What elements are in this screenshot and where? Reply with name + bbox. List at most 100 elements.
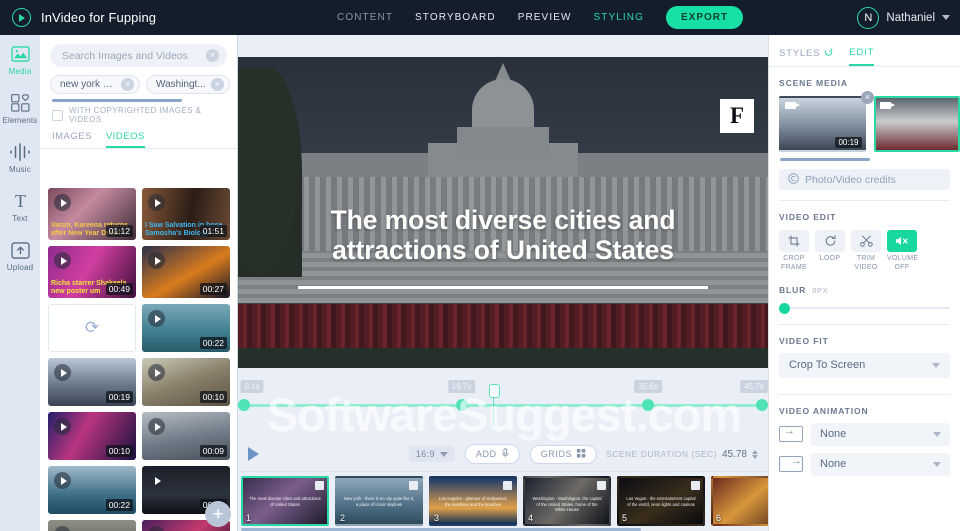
duplicate-scene-icon[interactable] — [409, 481, 418, 490]
scene-thumbnail[interactable]: New york - there is no city quite like i… — [335, 476, 423, 526]
media-result-thumbnail[interactable]: 00:22 — [48, 466, 136, 514]
sidebar-item-elements[interactable]: Elements — [0, 92, 40, 125]
chip-washington[interactable]: Washingt... × — [146, 75, 230, 94]
media-result-thumbnail[interactable]: 00:27 — [142, 246, 230, 298]
volume-off-button[interactable]: VOLUME OFF — [887, 230, 918, 273]
sidebar-item-text[interactable]: T Text — [0, 190, 40, 223]
timeline-keyframe-label: 35.6s — [634, 380, 662, 393]
tab-edit[interactable]: EDIT — [849, 47, 875, 66]
media-result-thumbnail[interactable]: Richa starrer Shakeela new poster um 00:4… — [48, 246, 136, 298]
play-icon[interactable] — [54, 364, 71, 381]
play-icon[interactable] — [148, 310, 165, 327]
thumbnail-duration: 00:22 — [199, 337, 227, 349]
user-menu[interactable]: N Nathaniel — [857, 0, 950, 35]
nav-item-content[interactable]: CONTENT — [337, 12, 393, 23]
scene-media-scrollbar[interactable] — [780, 158, 870, 161]
export-button[interactable]: EXPORT — [666, 6, 744, 29]
loop-button[interactable]: LOOP — [815, 230, 845, 273]
play-icon[interactable] — [148, 252, 165, 269]
animation-out-value: None — [820, 458, 847, 470]
media-result-thumbnail[interactable]: I Saw Salvation in bose Samosha's Biolog… — [142, 188, 230, 240]
scene-thumbnail[interactable]: Washington - Washington, the capital of … — [523, 476, 611, 526]
timeline-playhead[interactable] — [489, 384, 498, 427]
nav-item-storyboard[interactable]: STORYBOARD — [415, 12, 496, 23]
media-panel: × new york city × Washingt... × WITH COP… — [40, 35, 238, 531]
media-result-thumbnail[interactable]: 00:10 — [48, 412, 136, 460]
video-badge-icon — [785, 102, 800, 109]
scene-timeline[interactable]: 0.1s 19.7s 35.6s 45.7s — [238, 375, 768, 433]
refresh-icon[interactable]: ⟳ — [48, 304, 136, 352]
media-result-thumbnail[interactable]: 00:19 — [48, 358, 136, 406]
timeline-keyframe[interactable] — [756, 399, 768, 411]
video-fit-select[interactable]: Crop To Screen — [779, 352, 950, 378]
duplicate-scene-icon[interactable] — [691, 481, 700, 490]
canvas-headline[interactable]: The most diverse cities and attractions … — [238, 205, 768, 266]
close-circle-icon[interactable]: × — [861, 91, 874, 104]
scene-media-duration: 00:19 — [835, 137, 862, 148]
tab-styles[interactable]: STYLES — [779, 47, 833, 66]
media-result-thumbnail[interactable]: 00:22 — [142, 304, 230, 352]
spinner-arrows-icon[interactable] — [752, 449, 758, 459]
blur-slider[interactable] — [779, 302, 950, 314]
play-icon[interactable] — [148, 526, 165, 531]
timeline-keyframe[interactable] — [455, 399, 468, 411]
sidebar-item-music[interactable]: Music — [0, 141, 40, 174]
add-voiceover-button[interactable]: ADD — [464, 444, 520, 464]
media-result-thumbnail[interactable]: 00:10 — [142, 358, 230, 406]
scene-thumbnail[interactable]: The most diverse cities and attractions … — [241, 476, 329, 526]
tab-videos[interactable]: VIDEOS — [105, 131, 145, 148]
search-input[interactable] — [62, 49, 206, 62]
timeline-keyframe[interactable] — [238, 399, 250, 411]
play-icon[interactable] — [54, 526, 71, 531]
video-fit-title: VIDEO FIT — [779, 335, 829, 346]
grids-button[interactable]: GRIDS — [529, 444, 598, 464]
scene-duration-control[interactable]: SCENE DURATION (SEC) 45.78 — [606, 449, 758, 460]
play-icon[interactable] — [54, 472, 71, 489]
media-result-thumbnail[interactable]: 00:09 — [142, 412, 230, 460]
crop-frame-button[interactable]: CROP FRAME — [779, 230, 809, 273]
video-canvas[interactable]: F The most diverse cities and attraction… — [238, 57, 768, 368]
play-icon[interactable] — [148, 418, 165, 435]
scene-duration-value[interactable]: 45.78 — [722, 449, 747, 460]
sidebar-item-upload[interactable]: Upload — [0, 239, 40, 272]
duplicate-scene-icon[interactable] — [597, 481, 606, 490]
play-icon[interactable] — [54, 418, 71, 435]
animation-out-select[interactable]: None — [811, 452, 950, 476]
animation-in-select[interactable]: None — [811, 422, 950, 446]
timeline-track[interactable] — [244, 404, 762, 407]
play-icon[interactable] — [148, 472, 165, 489]
play-icon[interactable] — [54, 252, 71, 269]
play-icon[interactable] — [148, 194, 165, 211]
play-icon[interactable] — [148, 364, 165, 381]
close-circle-icon[interactable]: × — [121, 78, 134, 91]
play-icon[interactable] — [248, 447, 259, 461]
media-result-thumbnail[interactable] — [48, 520, 136, 531]
nav-item-preview[interactable]: PREVIEW — [518, 12, 572, 23]
sidebar-item-media[interactable]: Media — [0, 43, 40, 76]
duplicate-scene-icon[interactable] — [315, 481, 324, 490]
close-circle-icon[interactable]: × — [206, 49, 219, 62]
play-icon[interactable] — [54, 194, 71, 211]
plus-icon[interactable]: + — [205, 501, 231, 527]
svg-text:T: T — [15, 192, 26, 210]
scene-thumbnail[interactable]: Los Angeles - glamour of Hollywood, the … — [429, 476, 517, 526]
close-circle-icon[interactable]: × — [210, 78, 224, 91]
avatar: N — [857, 6, 880, 29]
copyright-toggle[interactable]: WITH COPYRIGHTED IMAGES & VIDEOS — [40, 102, 237, 124]
trim-video-button[interactable]: TRIM VIDEO — [851, 230, 881, 273]
scene-media-item-2[interactable] — [873, 96, 960, 152]
copyright-checkbox[interactable] — [52, 109, 63, 121]
blur-slider-knob[interactable] — [779, 302, 790, 314]
search-box[interactable]: × — [50, 44, 227, 67]
scene-media-item-1[interactable]: 00:19 — [779, 96, 866, 152]
tab-images[interactable]: IMAGES — [52, 131, 92, 148]
timeline-keyframe[interactable] — [642, 399, 655, 411]
tab-styles-label: STYLES — [779, 48, 821, 59]
aspect-ratio-select[interactable]: 16:9 — [408, 446, 455, 462]
scene-thumbnail[interactable]: Las Vegas - the entertainment capital of… — [617, 476, 705, 526]
photo-video-credits-button[interactable]: Photo/Video credits — [779, 169, 950, 190]
duplicate-scene-icon[interactable] — [503, 481, 512, 490]
media-result-thumbnail[interactable]: Varun, Kareena returns after New Year De… — [48, 188, 136, 240]
chip-new-york-city[interactable]: new york city × — [50, 75, 140, 94]
nav-item-styling[interactable]: STYLING — [594, 12, 645, 23]
